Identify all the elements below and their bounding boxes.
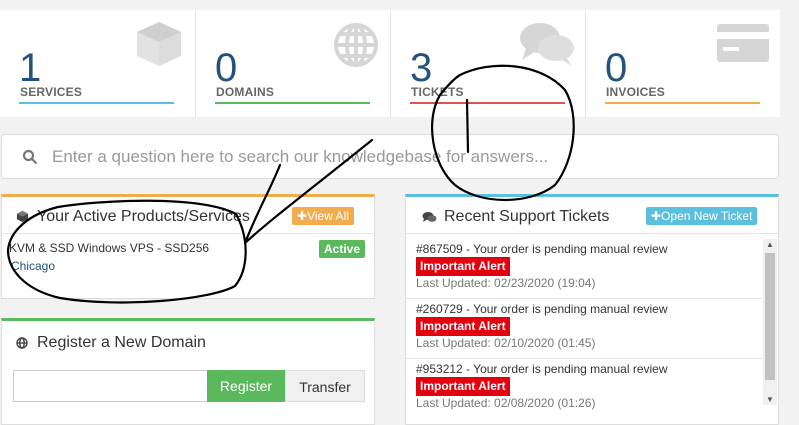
divider <box>406 358 762 359</box>
invoices-label: INVOICES <box>606 85 665 99</box>
ticket-badge: Important Alert <box>416 317 510 336</box>
knowledgebase-search <box>1 134 779 179</box>
globe-icon <box>331 20 381 75</box>
view-all-button[interactable]: ✚View All <box>292 207 354 225</box>
product-name[interactable]: KVM & SSD Windows VPS - SSD256 <box>9 241 209 255</box>
panel-header: Recent Support Tickets ✚Open New Ticket <box>406 197 778 234</box>
domains-label: DOMAINS <box>216 85 275 99</box>
cube-icon <box>133 20 185 73</box>
invoices-count: 0 <box>605 46 628 90</box>
panel-header: Your Active Products/Services ✚View All <box>2 197 374 234</box>
stats-row: 1 SERVICES 0 DOMAINS 3 TICKETS 0 INVOICE… <box>0 10 780 117</box>
comments-icon <box>518 20 576 73</box>
panel-title: Your Active Products/Services <box>37 208 250 225</box>
ticket-badge: Important Alert <box>416 257 510 276</box>
services-tile[interactable]: 1 SERVICES <box>0 10 195 117</box>
ticket-item[interactable]: #867509 - Your order is pending manual r… <box>416 241 756 291</box>
tickets-scrollbar[interactable]: ▲ ▼ <box>763 239 777 405</box>
invoices-tile[interactable]: 0 INVOICES <box>585 10 781 117</box>
view-all-label: View All <box>307 209 349 223</box>
scroll-thumb[interactable] <box>765 253 775 380</box>
domain-input[interactable] <box>13 370 207 402</box>
domains-count: 0 <box>215 46 238 90</box>
open-new-ticket-label: Open New Ticket <box>661 209 753 223</box>
divider <box>406 298 762 299</box>
cube-icon <box>16 210 29 228</box>
plus-icon: ✚ <box>297 209 308 223</box>
services-underline <box>19 102 174 104</box>
plus-icon: ✚ <box>651 209 662 223</box>
search-icon <box>22 149 38 170</box>
ticket-subject: #260729 - Your order is pending manual r… <box>416 302 668 316</box>
ticket-item[interactable]: #260729 - Your order is pending manual r… <box>416 301 756 351</box>
scroll-down-icon[interactable]: ▼ <box>766 395 774 404</box>
comments-icon <box>422 210 437 228</box>
domains-tile[interactable]: 0 DOMAINS <box>195 10 391 117</box>
search-input[interactable] <box>52 144 752 170</box>
ticket-updated: Last Updated: 02/08/2020 (01:26) <box>416 396 596 410</box>
tickets-tile[interactable]: 3 TICKETS <box>390 10 586 117</box>
globe-icon <box>16 336 28 354</box>
panel-title: Recent Support Tickets <box>444 208 610 225</box>
register-button[interactable]: Register <box>207 370 285 402</box>
active-products-panel: Your Active Products/Services ✚View All … <box>1 194 375 299</box>
transfer-button[interactable]: Transfer <box>285 370 365 402</box>
services-label: SERVICES <box>20 85 83 99</box>
register-domain-panel: Register a New Domain Register Transfer <box>1 318 375 425</box>
ticket-updated: Last Updated: 02/23/2020 (19:04) <box>416 276 596 290</box>
services-count: 1 <box>19 46 42 90</box>
recent-tickets-panel: Recent Support Tickets ✚Open New Ticket … <box>405 194 779 425</box>
scroll-up-icon[interactable]: ▲ <box>766 240 774 249</box>
product-location: Chicago <box>11 259 56 273</box>
ticket-updated: Last Updated: 02/10/2020 (01:45) <box>416 336 596 350</box>
ticket-item[interactable]: #953212 - Your order is pending manual r… <box>416 361 756 411</box>
credit-card-icon <box>715 20 771 71</box>
invoices-underline <box>605 102 760 104</box>
domains-underline <box>215 102 370 104</box>
panel-header: Register a New Domain <box>2 321 374 357</box>
tickets-underline <box>410 102 565 104</box>
tickets-count: 3 <box>410 46 433 90</box>
ticket-badge: Important Alert <box>416 377 510 396</box>
open-new-ticket-button[interactable]: ✚Open New Ticket <box>646 207 758 225</box>
ticket-subject: #953212 - Your order is pending manual r… <box>416 362 668 376</box>
tickets-label: TICKETS <box>411 85 464 99</box>
ticket-subject: #867509 - Your order is pending manual r… <box>416 242 668 256</box>
panel-title: Register a New Domain <box>37 334 206 351</box>
status-badge: Active <box>319 240 366 258</box>
